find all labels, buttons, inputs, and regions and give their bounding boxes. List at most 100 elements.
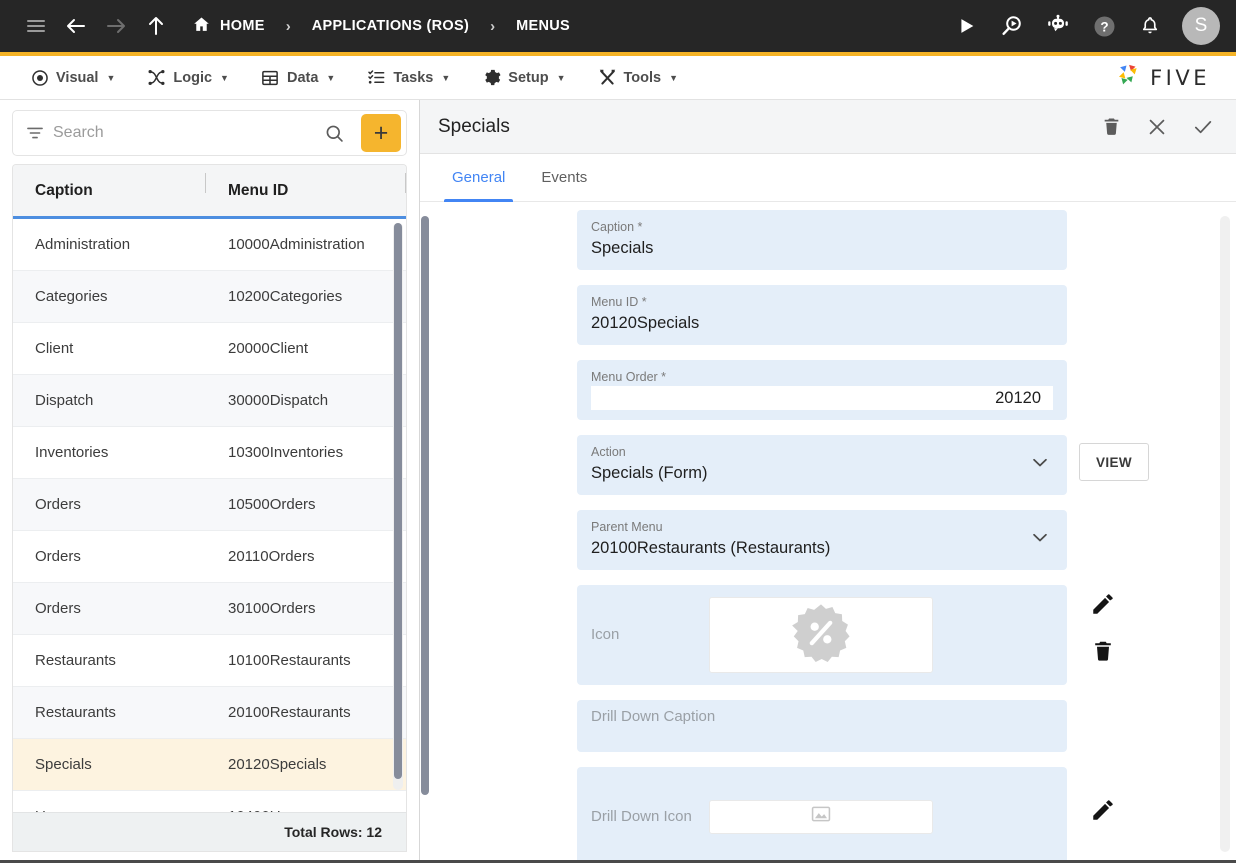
total-rows-bar: Total Rows: 12 bbox=[12, 812, 407, 852]
icon-preview[interactable] bbox=[709, 597, 933, 673]
list-scrollbar-thumb[interactable] bbox=[394, 223, 402, 779]
action-field[interactable]: Action Specials (Form) bbox=[577, 435, 1067, 495]
cell-menu-id: 10300Inventories bbox=[206, 444, 406, 461]
table-row[interactable]: Client 20000Client bbox=[13, 323, 406, 375]
breadcrumb-menus[interactable]: MENUS bbox=[512, 18, 574, 34]
tools-icon bbox=[598, 68, 617, 87]
table-row[interactable]: Users 10400Users bbox=[13, 791, 406, 812]
search-run-icon[interactable] bbox=[992, 6, 1032, 46]
brand-name: FIVE bbox=[1150, 66, 1210, 90]
menu-order-value[interactable]: 20120 bbox=[591, 386, 1053, 410]
cell-menu-id: 20120Specials bbox=[206, 756, 406, 773]
parent-menu-field[interactable]: Parent Menu 20100Restaurants (Restaurant… bbox=[577, 510, 1067, 570]
table-row[interactable]: Categories 10200Categories bbox=[13, 271, 406, 323]
caption-field[interactable]: Caption * Specials bbox=[577, 210, 1067, 270]
breadcrumb-home[interactable]: HOME bbox=[188, 15, 269, 38]
help-icon[interactable]: ? bbox=[1084, 6, 1124, 46]
table-row[interactable]: Inventories 10300Inventories bbox=[13, 427, 406, 479]
detail-header: Specials bbox=[420, 100, 1236, 154]
field-row-action: Action Specials (Form) VIEW bbox=[420, 435, 1218, 510]
icon-field: Icon bbox=[577, 585, 1067, 685]
drill-down-icon-actions bbox=[1073, 767, 1133, 823]
menu-setup[interactable]: Setup ▼ bbox=[466, 58, 581, 98]
tab-events[interactable]: Events bbox=[523, 154, 605, 201]
menu-icon[interactable] bbox=[16, 6, 56, 46]
cell-menu-id: 10200Categories bbox=[206, 288, 406, 305]
menus-table: Caption Menu ID Administration 10000Admi… bbox=[12, 164, 407, 812]
chevron-down-icon: ▼ bbox=[326, 73, 335, 83]
cell-menu-id: 20100Restaurants bbox=[206, 704, 406, 721]
cell-caption: Orders bbox=[13, 548, 206, 565]
chat-bot-icon[interactable] bbox=[1038, 6, 1078, 46]
field-row-menu-id: Menu ID * 20120Specials bbox=[420, 285, 1218, 360]
chevron-down-icon[interactable] bbox=[1029, 452, 1051, 479]
field-row-icon: Icon bbox=[420, 585, 1218, 700]
cell-menu-id: 10500Orders bbox=[206, 496, 406, 513]
cell-menu-id: 10000Administration bbox=[206, 236, 406, 253]
close-icon[interactable] bbox=[1142, 112, 1172, 142]
form-scrollbar-thumb[interactable] bbox=[421, 216, 429, 795]
add-button[interactable]: + bbox=[361, 114, 401, 152]
bell-icon[interactable] bbox=[1130, 6, 1170, 46]
menu-id-field[interactable]: Menu ID * 20120Specials bbox=[577, 285, 1067, 345]
menu-visual-label: Visual bbox=[56, 70, 98, 86]
play-icon[interactable] bbox=[946, 6, 986, 46]
avatar[interactable]: S bbox=[1182, 7, 1220, 45]
delete-icon[interactable] bbox=[1096, 112, 1126, 142]
parent-menu-label: Parent Menu bbox=[591, 519, 1053, 535]
table-row[interactable]: Restaurants 10100Restaurants bbox=[13, 635, 406, 687]
menu-tasks[interactable]: Tasks ▼ bbox=[351, 58, 466, 98]
view-button[interactable]: VIEW bbox=[1079, 443, 1149, 481]
forward-arrow-icon[interactable] bbox=[96, 6, 136, 46]
edit-pencil-icon[interactable] bbox=[1090, 797, 1116, 823]
list-scrollbar[interactable] bbox=[393, 223, 403, 790]
tab-general[interactable]: General bbox=[434, 154, 523, 201]
menu-order-field[interactable]: Menu Order * 20120 bbox=[577, 360, 1067, 420]
table-row[interactable]: Dispatch 30000Dispatch bbox=[13, 375, 406, 427]
top-navigation-bar: HOME › APPLICATIONS (ROS) › MENUS bbox=[0, 0, 1236, 56]
caption-value[interactable]: Specials bbox=[591, 236, 1053, 260]
breadcrumb-applications[interactable]: APPLICATIONS (ROS) bbox=[308, 18, 473, 34]
eye-icon bbox=[30, 68, 49, 87]
column-header-menu-id-label: Menu ID bbox=[228, 182, 288, 199]
back-arrow-icon[interactable] bbox=[56, 6, 96, 46]
form-scrollbar[interactable] bbox=[1220, 216, 1230, 852]
table-row[interactable]: Orders 30100Orders bbox=[13, 583, 406, 635]
table-row[interactable]: Restaurants 20100Restaurants bbox=[13, 687, 406, 739]
action-value: Specials (Form) bbox=[591, 461, 1053, 485]
chevron-down-icon: ▼ bbox=[441, 73, 450, 83]
chevron-down-icon[interactable] bbox=[1029, 527, 1051, 554]
topbar-action-group: ? S bbox=[946, 6, 1220, 46]
menu-id-value[interactable]: 20120Specials bbox=[591, 311, 1053, 335]
cell-caption: Restaurants bbox=[13, 652, 206, 669]
main-body: + Caption Menu ID Administration bbox=[0, 100, 1236, 860]
column-header-caption[interactable]: Caption bbox=[13, 182, 206, 200]
search-icon[interactable] bbox=[316, 123, 353, 144]
drill-down-icon-preview[interactable] bbox=[709, 800, 933, 834]
column-divider[interactable] bbox=[405, 173, 406, 193]
up-arrow-icon[interactable] bbox=[136, 6, 176, 46]
table-row[interactable]: Administration 10000Administration bbox=[13, 219, 406, 271]
filter-icon[interactable] bbox=[25, 123, 45, 143]
table-row[interactable]: Orders 20110Orders bbox=[13, 531, 406, 583]
menu-data-label: Data bbox=[287, 70, 318, 86]
menu-logic[interactable]: Logic ▼ bbox=[131, 58, 245, 98]
form-scroll-content: Caption * Specials Menu ID * 20120Specia… bbox=[420, 202, 1218, 860]
drill-down-icon-field: Drill Down Icon bbox=[577, 767, 1067, 860]
drill-down-caption-field[interactable]: Drill Down Caption bbox=[577, 700, 1067, 752]
delete-icon[interactable] bbox=[1091, 639, 1115, 663]
confirm-icon[interactable] bbox=[1188, 112, 1218, 142]
column-header-menu-id[interactable]: Menu ID bbox=[206, 182, 406, 200]
menu-tools[interactable]: Tools ▼ bbox=[582, 58, 695, 98]
search-input[interactable] bbox=[53, 124, 308, 142]
cell-caption: Inventories bbox=[13, 444, 206, 461]
menu-visual[interactable]: Visual ▼ bbox=[14, 58, 131, 98]
column-header-caption-label: Caption bbox=[35, 182, 93, 199]
breadcrumb-separator: › bbox=[269, 19, 308, 34]
table-row[interactable]: Orders 10500Orders bbox=[13, 479, 406, 531]
table-row-selected[interactable]: Specials 20120Specials bbox=[13, 739, 406, 791]
menu-data[interactable]: Data ▼ bbox=[245, 58, 351, 98]
home-icon bbox=[192, 15, 211, 38]
cell-caption: Restaurants bbox=[13, 704, 206, 721]
edit-pencil-icon[interactable] bbox=[1090, 591, 1116, 617]
